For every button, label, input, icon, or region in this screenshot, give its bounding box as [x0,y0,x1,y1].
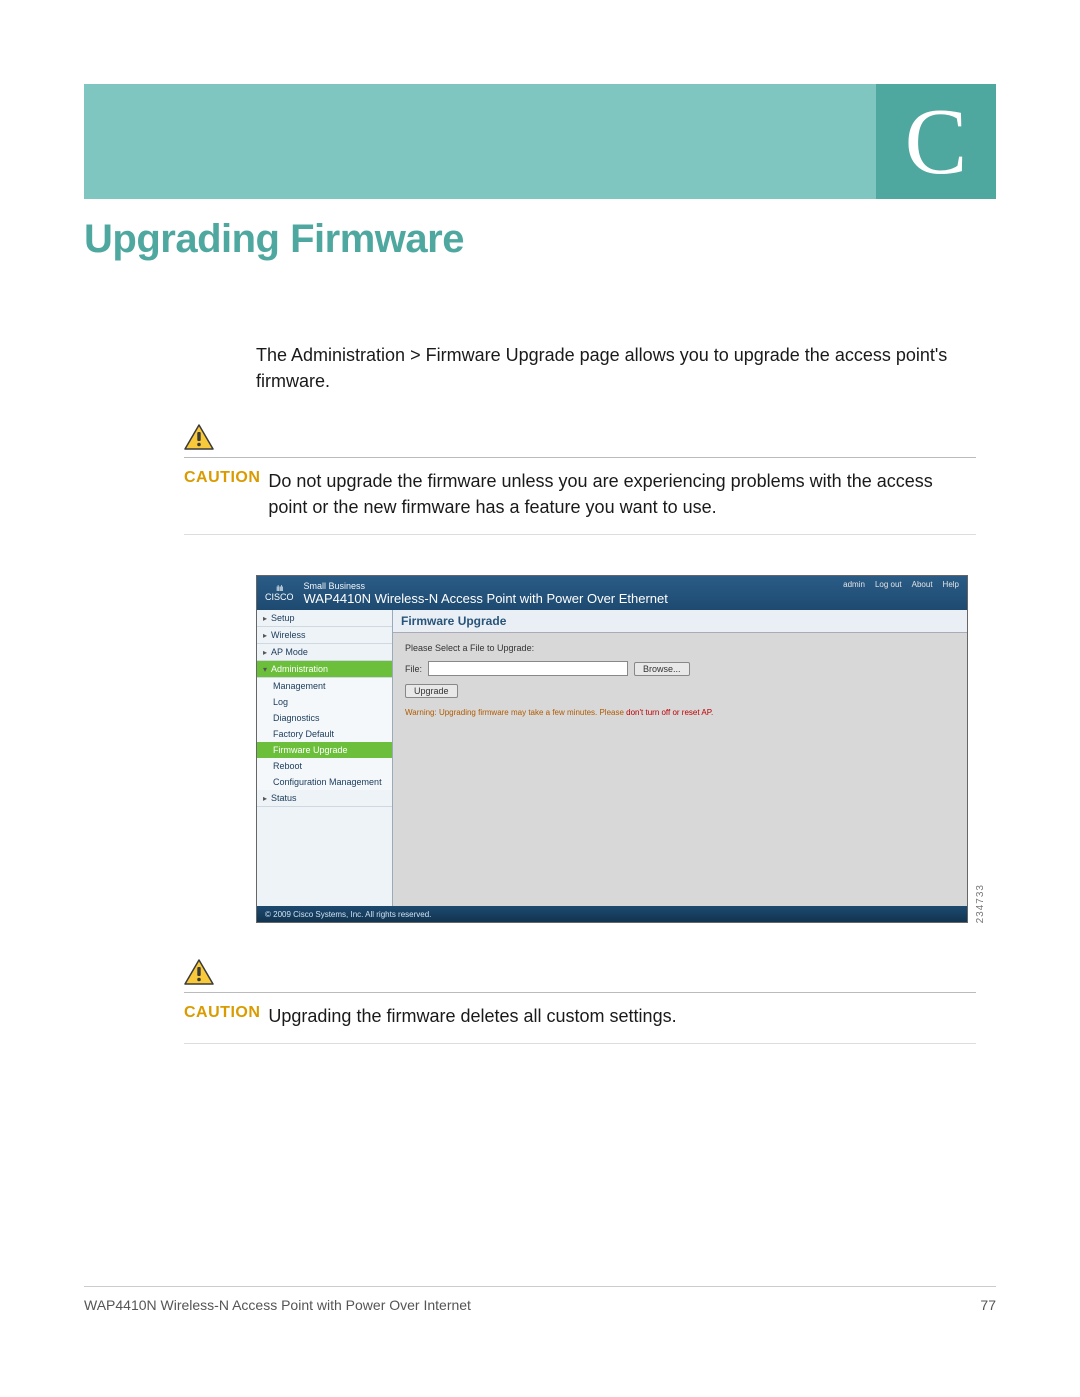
header-band-left [84,84,876,199]
help-link[interactable]: Help [943,580,959,589]
page-footer: WAP4410N Wireless-N Access Point with Po… [84,1286,996,1313]
browse-button[interactable]: Browse... [634,662,690,676]
page-title: Upgrading Firmware [84,217,996,262]
caution-text-1: Do not upgrade the firmware unless you a… [268,468,976,520]
cisco-logo: ılıılı CISCO [265,585,294,602]
sidebar-sub-diagnostics[interactable]: Diagnostics [257,710,392,726]
caution-icon [184,959,214,986]
caution-block-2: CAUTION Upgrading the firmware deletes a… [184,959,976,1044]
panel-title: Firmware Upgrade [393,610,967,633]
sidebar: ▸Setup ▸Wireless ▸AP Mode ▾Administratio… [257,610,393,908]
small-business-label: Small Business [304,581,668,591]
divider [184,1043,976,1044]
screenshot: ılıılı CISCO Small Business WAP4410N Wir… [256,575,976,923]
intro-paragraph: The Administration > Firmware Upgrade pa… [256,342,976,394]
caution-label: CAUTION [184,1003,260,1022]
about-link[interactable]: About [912,580,933,589]
divider [184,992,976,993]
footer-page-number: 77 [980,1297,996,1313]
caution-icon [184,424,214,451]
file-input[interactable] [428,661,628,676]
top-links: admin Log out About Help [843,580,959,589]
logout-link[interactable]: Log out [875,580,902,589]
sidebar-sub-management[interactable]: Management [257,678,392,694]
sidebar-item-setup[interactable]: ▸Setup [257,610,392,627]
admin-link[interactable]: admin [843,580,865,589]
sidebar-sub-firmware[interactable]: Firmware Upgrade [257,742,392,758]
divider [184,534,976,535]
sidebar-item-administration[interactable]: ▾Administration [257,661,392,678]
divider [184,457,976,458]
sidebar-sub-reboot[interactable]: Reboot [257,758,392,774]
shot-header: ılıılı CISCO Small Business WAP4410N Wir… [257,576,967,610]
image-id: 234733 [975,884,986,923]
sidebar-item-apmode[interactable]: ▸AP Mode [257,644,392,661]
file-label: File: [405,664,422,674]
sidebar-item-status[interactable]: ▸Status [257,790,392,807]
caution-text-2: Upgrading the firmware deletes all custo… [268,1003,976,1029]
warning-line: Warning: Upgrading firmware may take a f… [405,708,955,717]
caution-block-1: CAUTION Do not upgrade the firmware unle… [184,424,976,535]
sidebar-sub-config[interactable]: Configuration Management [257,774,392,790]
footer-product: WAP4410N Wireless-N Access Point with Po… [84,1297,471,1313]
appendix-header: C [84,84,996,199]
sidebar-sub-factory[interactable]: Factory Default [257,726,392,742]
sidebar-sub-log[interactable]: Log [257,694,392,710]
upgrade-prompt: Please Select a File to Upgrade: [405,643,955,653]
sidebar-item-wireless[interactable]: ▸Wireless [257,627,392,644]
content-panel: Firmware Upgrade Please Select a File to… [393,610,967,908]
product-name: WAP4410N Wireless-N Access Point with Po… [304,591,668,606]
caution-label: CAUTION [184,468,260,487]
appendix-letter: C [876,84,996,199]
shot-footer: © 2009 Cisco Systems, Inc. All rights re… [257,906,967,922]
upgrade-button[interactable]: Upgrade [405,684,458,698]
